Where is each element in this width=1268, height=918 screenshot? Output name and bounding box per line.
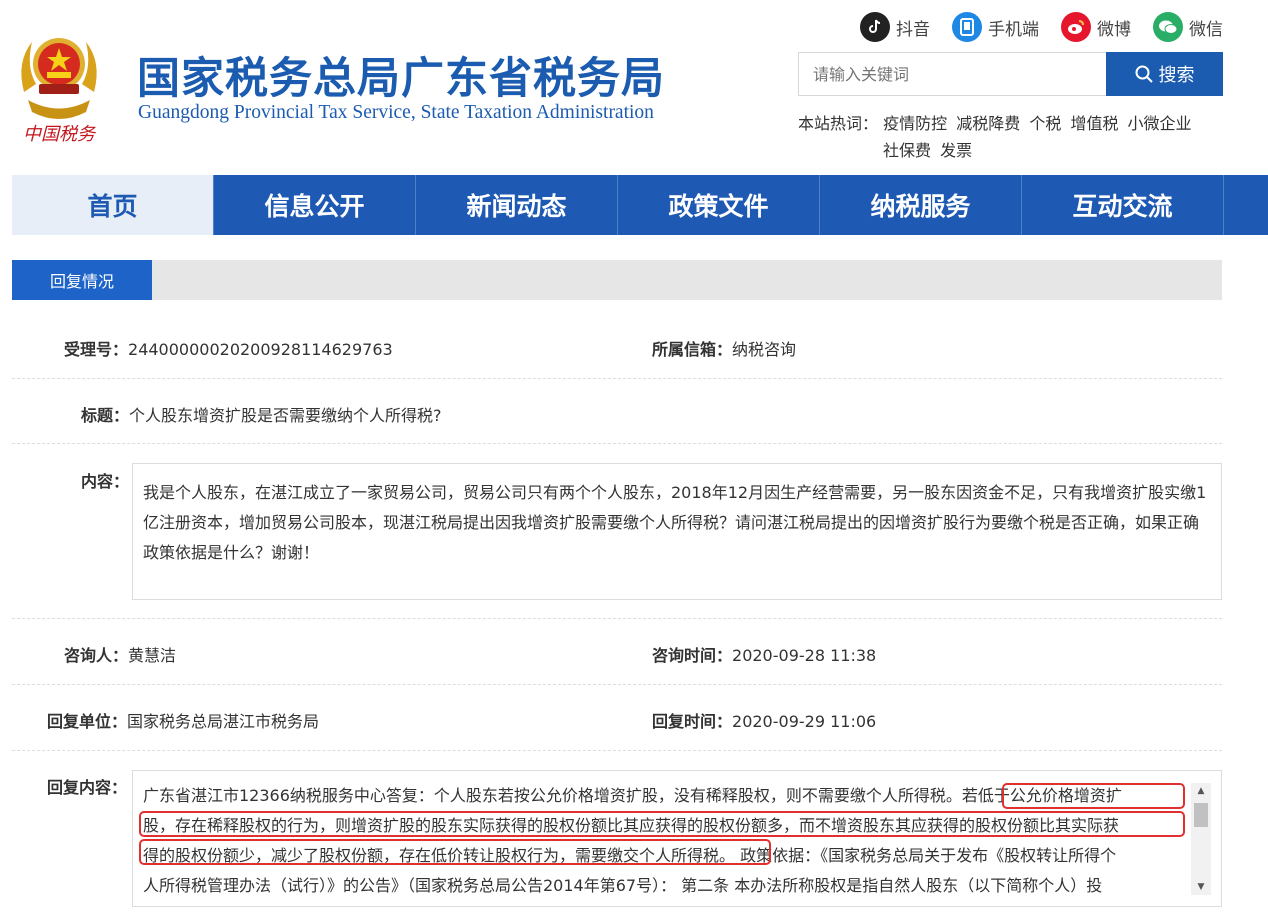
- social-douyin-label: 抖音: [896, 19, 930, 40]
- hot-keyword-link[interactable]: 疫情防控: [883, 114, 947, 133]
- social-douyin[interactable]: 抖音: [860, 12, 930, 42]
- reply-content-label: 回复内容：: [47, 778, 128, 797]
- site-title: 国家税务总局广东省税务局: [137, 54, 665, 104]
- nav-interaction[interactable]: 互动交流: [1022, 175, 1224, 235]
- hot-keyword-link[interactable]: 个税: [1029, 114, 1061, 133]
- hot-keyword-link[interactable]: 发票: [940, 141, 972, 160]
- douyin-icon: [860, 12, 890, 42]
- hot-keywords-label: 本站热词：: [798, 114, 879, 133]
- social-links: 抖音 手机端 微博 微信: [860, 12, 1223, 42]
- asker: 咨询人：黄慧洁: [64, 642, 176, 666]
- hot-keyword-link[interactable]: 小微企业: [1128, 114, 1192, 133]
- ask-time: 咨询时间：2020-09-28 11:38: [652, 642, 876, 666]
- record-id-value: 244000000202009281146297​63: [128, 340, 393, 359]
- divider: [12, 378, 1222, 379]
- search-input[interactable]: [798, 52, 1106, 96]
- search-bar: 搜索: [798, 52, 1223, 96]
- divider: [12, 750, 1222, 751]
- nav-home[interactable]: 首页: [12, 175, 214, 235]
- mailbox-label: 所属信箱：: [652, 340, 733, 359]
- ask-time-value: 2020-09-28 11:38: [732, 646, 877, 665]
- asker-value: 黄慧洁: [128, 646, 177, 665]
- highlight-box: [139, 839, 771, 865]
- hot-keyword-link[interactable]: 增值税: [1070, 114, 1118, 133]
- scroll-thumb[interactable]: [1194, 803, 1208, 827]
- tax-emblem-logo[interactable]: 中国税务: [14, 22, 104, 150]
- reply-time-value: 2020-09-29 11:06: [732, 712, 877, 731]
- social-mobile-label: 手机端: [988, 19, 1039, 40]
- scroll-up-arrow-icon[interactable]: ▲: [1191, 783, 1211, 799]
- wechat-icon: [1153, 12, 1183, 42]
- highlight-box: [139, 811, 1185, 837]
- ask-time-label: 咨询时间：: [652, 646, 733, 665]
- reply-unit-value: 国家税务总局湛江市税务局: [127, 712, 320, 731]
- title-label: 标题：: [81, 406, 130, 425]
- title-value: 个人股东增资扩股是否需要缴纳个人所得税?: [129, 406, 442, 425]
- search-button-label: 搜索: [1158, 65, 1195, 86]
- social-wechat-label: 微信: [1189, 19, 1223, 40]
- reply-time-label: 回复时间：: [652, 712, 733, 731]
- site-subtitle: Guangdong Provincial Tax Service, State …: [138, 102, 654, 123]
- social-weibo-label: 微博: [1097, 19, 1131, 40]
- highlight-box: [1002, 783, 1185, 809]
- social-weibo[interactable]: 微博: [1061, 12, 1131, 42]
- section-header: 回复情况: [12, 260, 1222, 300]
- reply-unit: 回复单位：国家税务总局湛江市税务局: [47, 708, 319, 732]
- mailbox-value: 纳税咨询: [732, 340, 797, 359]
- reply-time: 回复时间：2020-09-29 11:06: [652, 708, 876, 732]
- social-wechat[interactable]: 微信: [1153, 12, 1223, 42]
- record-id: 受理号：244000000202009281146297​63: [64, 336, 393, 360]
- record-id-label: 受理号：: [64, 340, 129, 359]
- record-title: 标题：个人股东增资扩股是否需要缴纳个人所得税?: [81, 402, 442, 426]
- divider: [12, 443, 1222, 444]
- nav-tax-service[interactable]: 纳税服务: [820, 175, 1022, 235]
- hot-keyword-link[interactable]: 社保费: [883, 141, 931, 160]
- hot-keyword-link[interactable]: 减税降费: [956, 114, 1020, 133]
- asker-label: 咨询人：: [64, 646, 129, 665]
- main-nav: 首页 信息公开 新闻动态 政策文件 纳税服务 互动交流: [12, 175, 1268, 235]
- nav-policy[interactable]: 政策文件: [618, 175, 820, 235]
- nav-info-disclosure[interactable]: 信息公开: [214, 175, 416, 235]
- search-icon: [1135, 65, 1153, 83]
- reply-scrollbar[interactable]: ▲ ▼: [1191, 783, 1211, 895]
- divider: [12, 684, 1222, 685]
- record-mailbox: 所属信箱：纳税咨询: [652, 336, 796, 360]
- content-text: 我是个人股东，在湛江成立了一家贸易公司，贸易公司只有两个个人股东，2018年12…: [132, 463, 1222, 600]
- nav-news[interactable]: 新闻动态: [416, 175, 618, 235]
- svg-text:中国税务: 中国税务: [23, 124, 97, 145]
- site-header: 中国税务 国家税务总局广东省税务局 Guangdong Provincial T…: [0, 0, 1268, 175]
- scroll-down-arrow-icon[interactable]: ▼: [1191, 879, 1211, 895]
- search-button[interactable]: 搜索: [1106, 52, 1223, 96]
- content-label: 内容：: [81, 472, 130, 491]
- hot-keywords: 本站热词： 疫情防控 减税降费 个税 增值税 小微企业 社保费 发票: [798, 110, 1218, 164]
- divider: [12, 618, 1222, 619]
- reply-unit-label: 回复单位：: [47, 712, 128, 731]
- reply-content-box[interactable]: 广东省湛江市12366纳税服务中心答复：个人股东若按公允价格增资扩股，没有稀释股…: [132, 770, 1222, 907]
- reply-line: 人所得税管理办法（试行）》的公告》（国家税务总局公告2014年第67号）： 第二…: [143, 876, 1103, 895]
- reply-status-tab[interactable]: 回复情况: [12, 260, 152, 300]
- weibo-icon: [1061, 12, 1091, 42]
- social-mobile[interactable]: 手机端: [952, 12, 1039, 42]
- mobile-icon: [952, 12, 982, 42]
